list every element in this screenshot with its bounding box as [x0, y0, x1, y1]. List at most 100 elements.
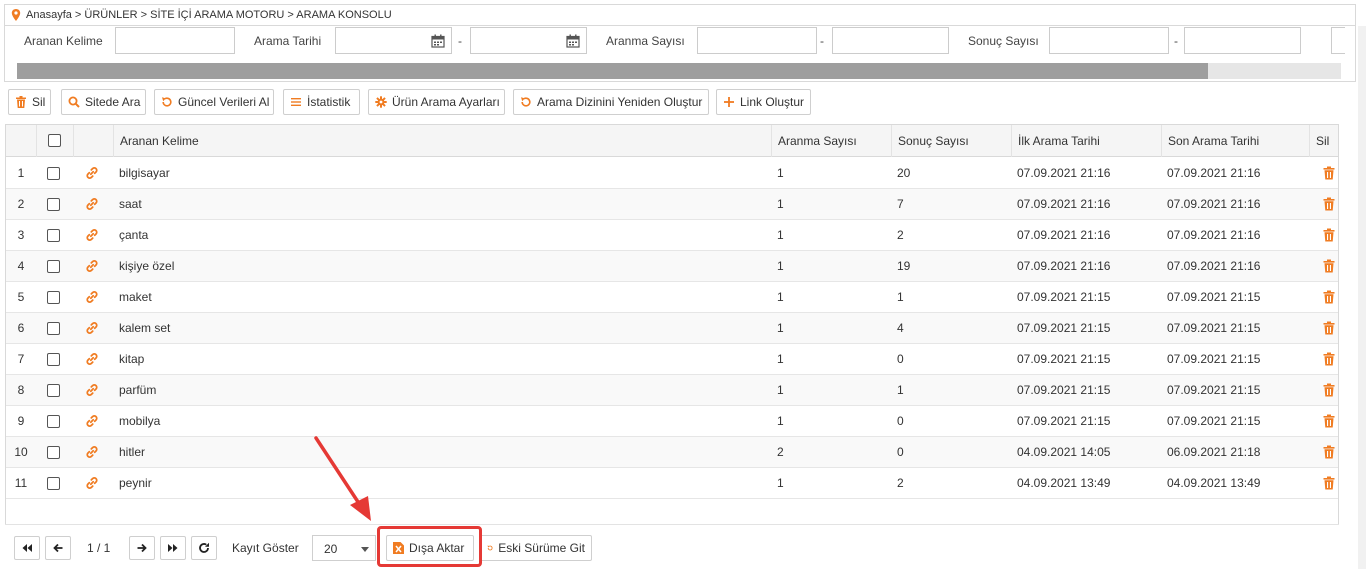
header-result-count[interactable]: Sonuç Sayısı	[891, 125, 1011, 157]
row-checkbox[interactable]	[47, 229, 60, 242]
keyword-filter-input[interactable]	[115, 27, 235, 54]
statistics-button[interactable]: İstatistik	[283, 89, 360, 115]
trash-icon[interactable]	[1322, 352, 1336, 366]
keyword-cell: maket	[119, 290, 152, 304]
row-checkbox[interactable]	[47, 260, 60, 273]
row-checkbox[interactable]	[47, 446, 60, 459]
trash-icon	[16, 96, 26, 108]
trash-icon[interactable]	[1322, 228, 1336, 242]
trash-icon[interactable]	[1322, 259, 1336, 273]
table-row[interactable]: 1 bilgisayar 1 20 07.09.2021 21:16 07.09.2021…	[6, 158, 1338, 189]
first-page-button[interactable]	[14, 536, 40, 560]
link-icon[interactable]	[85, 476, 99, 490]
page-size-select[interactable]: 20	[312, 535, 376, 561]
header-last-date[interactable]: Son Arama Tarihi	[1161, 125, 1309, 157]
table-row[interactable]: 4 kişiye özel 1 19 07.09.2021 21:16 07.09.202…	[6, 251, 1338, 282]
trash-icon[interactable]	[1322, 197, 1336, 211]
link-icon[interactable]	[85, 259, 99, 273]
header-search-count[interactable]: Aranma Sayısı	[771, 125, 891, 157]
last-page-button[interactable]	[160, 536, 186, 560]
refresh-data-label: Güncel Verileri Al	[178, 95, 270, 109]
calendar-icon[interactable]	[566, 34, 580, 48]
link-icon[interactable]	[85, 166, 99, 180]
link-icon[interactable]	[85, 383, 99, 397]
keyword-cell: saat	[119, 197, 142, 211]
table-row[interactable]: 9 mobilya 1 0 07.09.2021 21:15 07.09.2021 21:…	[6, 406, 1338, 437]
result-count-filter-label: Sonuç Sayısı	[968, 34, 1039, 48]
trash-icon[interactable]	[1322, 476, 1336, 490]
header-keyword[interactable]: Aranan Kelime	[113, 125, 771, 157]
row-number: 9	[17, 414, 25, 428]
page-size-value: 20	[324, 542, 338, 556]
search-settings-button[interactable]: Ürün Arama Ayarları	[368, 89, 505, 115]
table-row[interactable]: 10 hitler 2 0 04.09.2021 14:05 06.09.2021 21:…	[6, 437, 1338, 468]
row-checkbox[interactable]	[47, 353, 60, 366]
header-select-all	[36, 125, 73, 157]
link-icon[interactable]	[85, 321, 99, 335]
header-first-date[interactable]: İlk Arama Tarihi	[1011, 125, 1161, 157]
create-link-button[interactable]: Link Oluştur	[716, 89, 811, 115]
keyword-cell: kitap	[119, 352, 145, 366]
search-icon	[68, 96, 80, 108]
calendar-icon[interactable]	[431, 34, 445, 48]
link-icon[interactable]	[85, 197, 99, 211]
filter-horizontal-scrollbar[interactable]	[17, 63, 1341, 79]
link-icon[interactable]	[85, 228, 99, 242]
link-icon[interactable]	[85, 445, 99, 459]
delete-button[interactable]: Sil	[8, 89, 51, 115]
refresh-data-button[interactable]: Güncel Verileri Al	[154, 89, 274, 115]
row-checkbox[interactable]	[47, 198, 60, 211]
undo-icon	[487, 545, 493, 551]
keyword-cell: parfüm	[119, 383, 157, 397]
scrollbar-thumb[interactable]	[17, 63, 1208, 79]
last-date-cell: 07.09.2021 21:16	[1167, 197, 1261, 211]
table-row[interactable]: 11 peynir 1 2 04.09.2021 13:49 04.09.2021 13:…	[6, 468, 1338, 499]
prev-page-button[interactable]	[45, 536, 71, 560]
row-checkbox[interactable]	[47, 291, 60, 304]
trash-icon[interactable]	[1322, 321, 1336, 335]
row-checkbox[interactable]	[47, 384, 60, 397]
table-row[interactable]: 2 saat 1 7 07.09.2021 21:16 07.09.2021 21:16	[6, 189, 1338, 220]
row-checkbox[interactable]	[47, 167, 60, 180]
link-icon[interactable]	[85, 414, 99, 428]
row-number: 1	[17, 166, 25, 180]
old-version-button[interactable]: Eski Sürüme Git	[480, 535, 592, 561]
row-checkbox[interactable]	[47, 477, 60, 490]
next-page-button[interactable]	[129, 536, 155, 560]
table-row[interactable]: 7 kitap 1 0 07.09.2021 21:15 07.09.2021 21:15	[6, 344, 1338, 375]
next-filter-input[interactable]	[1331, 27, 1345, 54]
search-count-to-input[interactable]	[832, 27, 949, 54]
search-count-from-input[interactable]	[697, 27, 817, 54]
search-site-button[interactable]: Sitede Ara	[61, 89, 146, 115]
trash-icon[interactable]	[1322, 290, 1336, 304]
table-row[interactable]: 5 maket 1 1 07.09.2021 21:15 07.09.2021 21:15	[6, 282, 1338, 313]
next-page-icon	[137, 543, 147, 553]
result-count-to-input[interactable]	[1184, 27, 1301, 54]
link-icon[interactable]	[85, 290, 99, 304]
page-vertical-scrollbar[interactable]	[1358, 26, 1366, 569]
row-number: 5	[17, 290, 25, 304]
table-row[interactable]: 3 çanta 1 2 07.09.2021 21:16 07.09.2021 21:16	[6, 220, 1338, 251]
row-checkbox[interactable]	[47, 322, 60, 335]
page-info: 1 / 1	[87, 541, 111, 555]
old-version-label: Eski Sürüme Git	[498, 541, 585, 555]
table-row[interactable]: 6 kalem set 1 4 07.09.2021 21:15 07.09.2021 2…	[6, 313, 1338, 344]
date-from-input[interactable]	[335, 27, 452, 54]
select-all-checkbox[interactable]	[48, 134, 61, 147]
pager: 1 / 1 Kayıt Göster 20 Dışa Aktar Eski Sü…	[5, 524, 1339, 569]
trash-icon[interactable]	[1322, 445, 1336, 459]
keyword-cell: bilgisayar	[119, 166, 170, 180]
date-to-input[interactable]	[470, 27, 587, 54]
rebuild-index-button[interactable]: Arama Dizinini Yeniden Oluştur	[513, 89, 709, 115]
row-checkbox[interactable]	[47, 415, 60, 428]
list-icon	[291, 98, 301, 106]
trash-icon[interactable]	[1322, 383, 1336, 397]
link-icon[interactable]	[85, 352, 99, 366]
trash-icon[interactable]	[1322, 166, 1336, 180]
trash-icon[interactable]	[1322, 414, 1336, 428]
first-date-cell: 07.09.2021 21:16	[1017, 166, 1111, 180]
reload-button[interactable]	[191, 536, 217, 560]
table-row[interactable]: 8 parfüm 1 1 07.09.2021 21:15 07.09.2021 21:1…	[6, 375, 1338, 406]
result-count-from-input[interactable]	[1049, 27, 1169, 54]
row-number: 10	[14, 445, 28, 459]
